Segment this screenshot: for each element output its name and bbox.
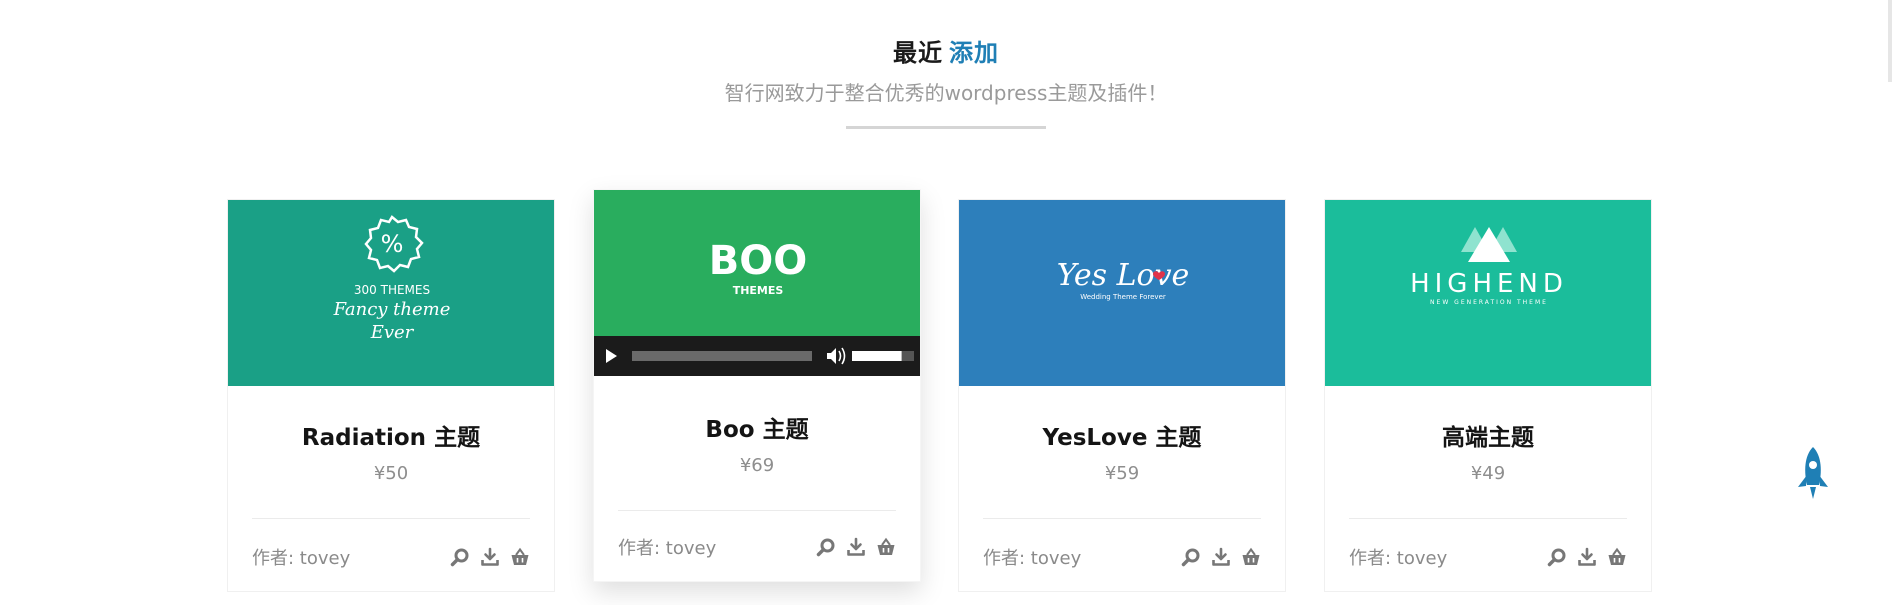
- section-header: 最近 添加 智行网致力于整合优秀的wordpress主题及插件！: [0, 36, 1892, 129]
- card-footer: 作者: tovey: [252, 543, 530, 571]
- product-thumbnail[interactable]: Yes Love Wedding Theme Forever: [959, 200, 1285, 386]
- card-actions: [450, 547, 530, 567]
- thumb-script-line-2: Ever: [370, 322, 415, 343]
- card-divider: [618, 510, 896, 511]
- search-icon[interactable]: [1547, 547, 1567, 567]
- page: 最近 添加 智行网致力于整合优秀的wordpress主题及插件！ % 300 TH…: [0, 0, 1892, 605]
- product-thumbnail[interactable]: % 300 THEMES Fancy theme Ever: [228, 200, 554, 386]
- progress-track[interactable]: [632, 351, 812, 361]
- card-footer: 作者: tovey: [1349, 543, 1627, 571]
- audio-player-controls: [606, 347, 914, 365]
- card-body: YesLove 主题 ¥59: [959, 422, 1285, 519]
- download-icon[interactable]: [480, 547, 500, 567]
- thumb-logo: HIGHEND: [1410, 269, 1568, 299]
- card-title[interactable]: 高端主题: [1325, 422, 1651, 454]
- boo-thumbnail-art: BOO THEMES: [709, 238, 808, 297]
- search-icon[interactable]: [816, 537, 836, 557]
- section-divider: [846, 126, 1046, 129]
- card-author: 作者: tovey: [618, 538, 717, 559]
- card-body: Radiation 主题 ¥50: [228, 422, 554, 519]
- thumb-caption: 300 THEMES: [354, 283, 430, 297]
- card-author: 作者: tovey: [1349, 548, 1448, 569]
- card-title[interactable]: Boo 主题: [594, 414, 920, 446]
- card-footer: 作者: tovey: [983, 543, 1261, 571]
- search-icon[interactable]: [450, 547, 470, 567]
- search-icon[interactable]: [1181, 547, 1201, 567]
- card-divider: [983, 518, 1261, 519]
- product-card-highend[interactable]: HIGHEND NEW GENERATION THEME 高端主题 ¥49 作者…: [1324, 199, 1652, 592]
- section-subtitle: 智行网致力于整合优秀的wordpress主题及插件！: [724, 81, 1168, 105]
- rocket-icon[interactable]: [1795, 445, 1831, 501]
- card-price: ¥69: [739, 455, 775, 476]
- thumb-logo: Yes Love: [1057, 258, 1190, 293]
- section-title-main: 最近: [893, 39, 943, 67]
- section-title-accent: 添加: [949, 39, 999, 67]
- audio-player: [594, 336, 920, 376]
- product-card-radiation[interactable]: % 300 THEMES Fancy theme Ever Radiation …: [227, 199, 555, 592]
- card-actions: [1547, 547, 1627, 567]
- card-title[interactable]: Radiation 主题: [228, 422, 554, 454]
- card-author: 作者: tovey: [252, 548, 351, 569]
- thumb-script-line-1: Fancy theme: [333, 299, 451, 320]
- play-icon[interactable]: [606, 349, 617, 363]
- section-title: 最近 添加: [0, 36, 1892, 70]
- download-icon[interactable]: [846, 537, 866, 557]
- card-price: ¥50: [373, 463, 409, 484]
- thumb-logo: BOO: [709, 238, 808, 284]
- scrollbar[interactable]: [1888, 0, 1892, 82]
- radiation-thumbnail-art: % 300 THEMES Fancy theme Ever: [333, 215, 451, 343]
- thumb-caption: Wedding Theme Forever: [1080, 293, 1166, 301]
- card-price: ¥59: [1104, 463, 1140, 484]
- thumb-caption: NEW GENERATION THEME: [1430, 299, 1548, 306]
- download-icon[interactable]: [1577, 547, 1597, 567]
- card-body: 高端主题 ¥49: [1325, 422, 1651, 519]
- cart-icon[interactable]: [876, 537, 896, 557]
- product-card-yeslove[interactable]: Yes Love Wedding Theme Forever YesLove 主…: [958, 199, 1286, 592]
- card-divider: [252, 518, 530, 519]
- product-thumbnail[interactable]: BOO THEMES: [594, 190, 920, 376]
- card-divider: [1349, 518, 1627, 519]
- thumb-percent: %: [381, 230, 404, 258]
- volume-icon[interactable]: [827, 347, 846, 365]
- card-actions: [1181, 547, 1261, 567]
- card-body: Boo 主题 ¥69: [594, 414, 920, 511]
- cart-icon[interactable]: [510, 547, 530, 567]
- yeslove-thumbnail-art: Yes Love Wedding Theme Forever: [1057, 258, 1190, 301]
- highend-thumbnail-art: HIGHEND NEW GENERATION THEME: [1410, 227, 1568, 306]
- thumb-caption: THEMES: [733, 284, 784, 297]
- card-price: ¥49: [1470, 463, 1506, 484]
- card-footer: 作者: tovey: [618, 533, 896, 561]
- product-card-boo[interactable]: BOO THEMES Boo 主题 ¥69 作者: tovey: [593, 189, 921, 582]
- cart-icon[interactable]: [1241, 547, 1261, 567]
- card-author: 作者: tovey: [983, 548, 1082, 569]
- card-actions: [816, 537, 896, 557]
- cart-icon[interactable]: [1607, 547, 1627, 567]
- card-title[interactable]: YesLove 主题: [959, 422, 1285, 454]
- download-icon[interactable]: [1211, 547, 1231, 567]
- product-thumbnail[interactable]: HIGHEND NEW GENERATION THEME: [1325, 200, 1651, 386]
- volume-level: [852, 351, 902, 361]
